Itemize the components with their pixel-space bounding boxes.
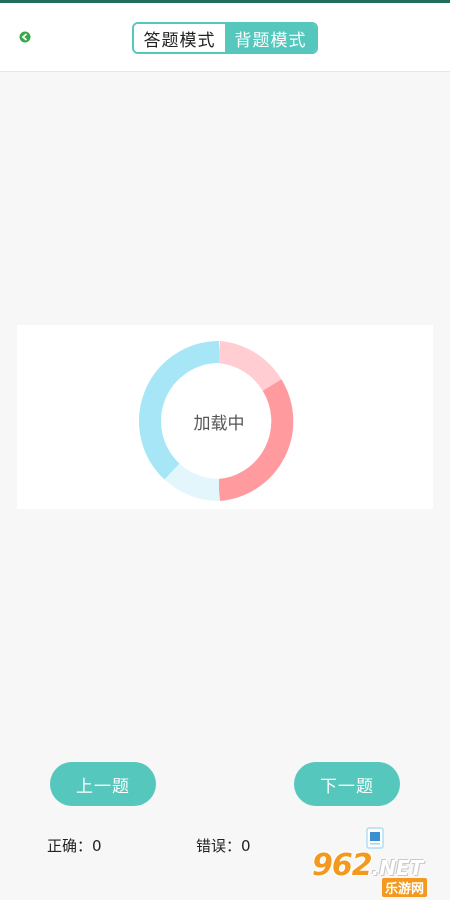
mode-toggle: 答题模式 背题模式: [132, 22, 318, 54]
tab-answer-mode[interactable]: 答题模式: [134, 24, 225, 52]
watermark-brand: 962: [312, 848, 373, 883]
prev-question-button[interactable]: 上一题: [50, 762, 156, 806]
watermark-suffix: .NET: [371, 856, 424, 880]
watermark-logo: 962.NET 乐游网: [312, 848, 444, 897]
loading-card: 加载中: [17, 325, 433, 509]
tab-review-mode[interactable]: 背题模式: [225, 24, 316, 52]
watermark-sub: 乐游网: [382, 878, 428, 897]
back-arrow-icon[interactable]: [17, 29, 33, 45]
wrong-count: 错误：0: [196, 837, 251, 855]
top-bar: 答题模式 背题模式: [0, 3, 450, 72]
next-question-button[interactable]: 下一题: [294, 762, 400, 806]
correct-count: 正确：0: [47, 837, 102, 855]
answer-sheet-icon[interactable]: [366, 827, 384, 849]
loading-text: 加载中: [193, 413, 245, 434]
